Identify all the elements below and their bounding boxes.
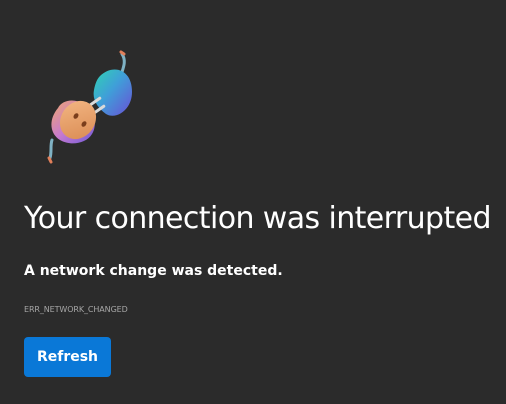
refresh-button[interactable]: Refresh: [24, 337, 111, 377]
error-code: ERR_NETWORK_CHANGED: [24, 305, 128, 314]
error-subtitle: A network change was detected.: [24, 263, 283, 279]
page-title: Your connection was interrupted: [24, 201, 492, 236]
unplugged-plug-icon: [40, 48, 140, 166]
